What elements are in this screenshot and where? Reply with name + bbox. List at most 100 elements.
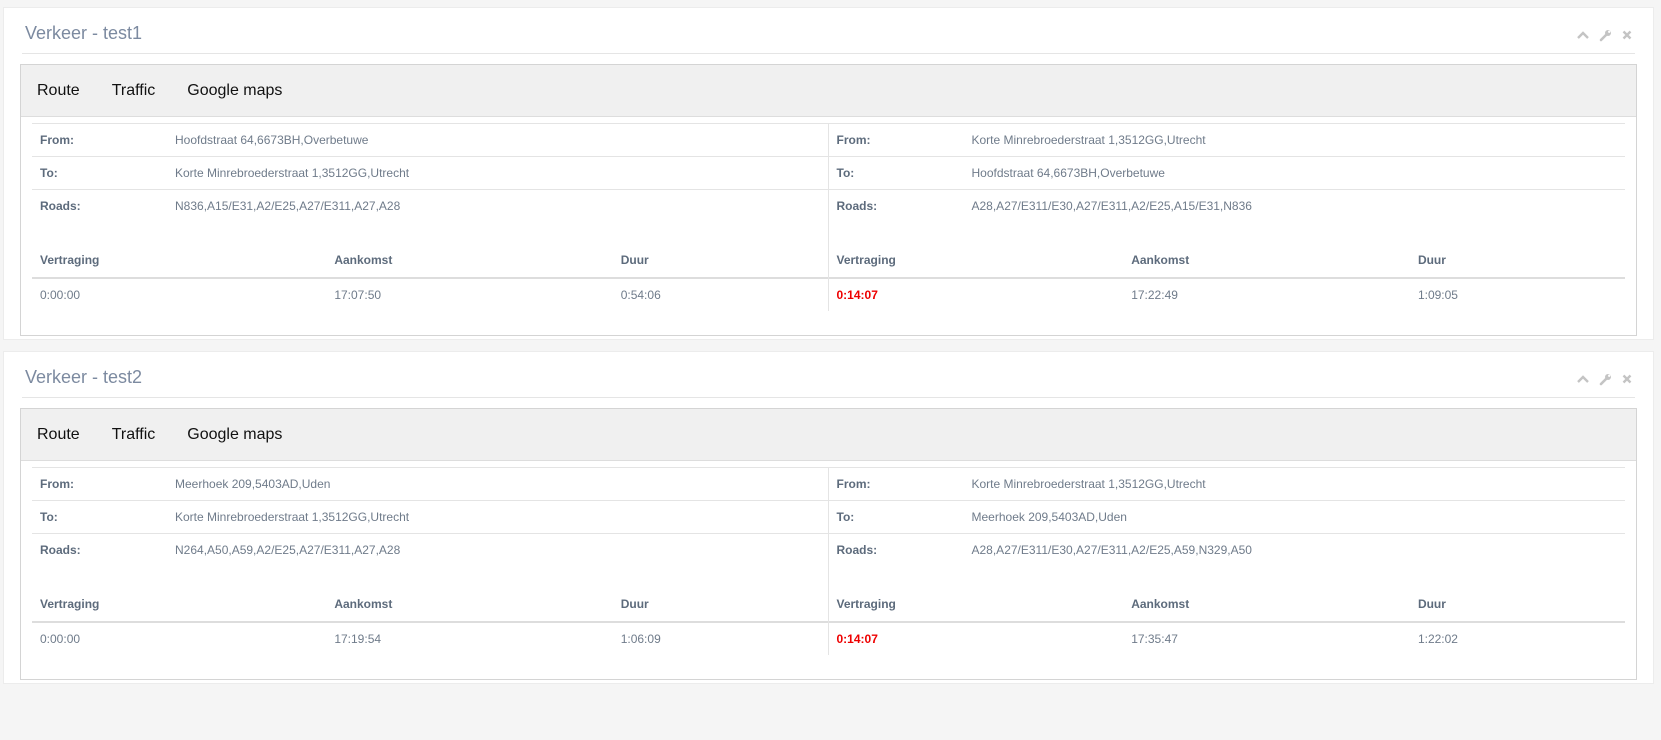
timing-header-row: Vertraging Aankomst Duur	[828, 587, 1625, 623]
widget-header: Verkeer - test1	[22, 8, 1635, 54]
duration-value: 1:22:02	[1417, 632, 1458, 646]
from-label: From:	[32, 467, 167, 501]
timing-header-row: Vertraging Aankomst Duur	[32, 587, 828, 623]
card-padding	[21, 311, 1636, 335]
widget-header: Verkeer - test2	[22, 352, 1635, 398]
arrival-value: 17:07:50	[334, 288, 382, 302]
header-aankomst: Aankomst	[1123, 243, 1410, 279]
to-value: Hoofdstraat 64,6673BH,Overbetuwe	[963, 156, 1625, 190]
route-info-table: From: Meerhoek 209,5403AD,Uden To: Korte…	[32, 467, 828, 566]
roads-row: Roads: A28,A27/E311/E30,A27/E311,A2/E25,…	[829, 190, 1626, 223]
delay-value: 0:00:00	[40, 632, 81, 646]
to-value: Korte Minrebroederstraat 1,3512GG,Utrech…	[167, 156, 828, 190]
from-row: From: Korte Minrebroederstraat 1,3512GG,…	[828, 467, 1625, 501]
timing-table: Vertraging Aankomst Duur 0:00:00 17:19:5…	[32, 587, 828, 655]
timing-row: 0:14:07 17:22:49 1:09:05	[829, 278, 1626, 311]
chevron-up-icon[interactable]	[1575, 27, 1591, 43]
tab-route[interactable]: Route	[37, 81, 80, 101]
delay-value: 0:14:07	[836, 288, 878, 302]
tab-traffic[interactable]: Traffic	[112, 425, 156, 445]
timing-header-row: Vertraging Aankomst Duur	[828, 243, 1625, 279]
from-value: Hoofdstraat 64,6673BH,Overbetuwe	[167, 123, 828, 157]
timing-row: 0:00:00 17:19:54 1:06:09	[32, 622, 828, 655]
widget-title: Verkeer - test1	[25, 23, 143, 43]
duration-value: 1:06:09	[620, 632, 661, 646]
tab-route[interactable]: Route	[37, 425, 80, 445]
route-outbound: From: Hoofdstraat 64,6673BH,Overbetuwe T…	[32, 123, 829, 311]
roads-row: Roads: N836,A15/E31,A2/E25,A27/E311,A27,…	[32, 190, 828, 223]
route-outbound: From: Meerhoek 209,5403AD,Uden To: Korte…	[32, 467, 829, 655]
to-label: To:	[32, 500, 167, 534]
tab-traffic[interactable]: Traffic	[112, 81, 156, 101]
header-vertraging: Vertraging	[32, 243, 327, 279]
roads-label: Roads:	[836, 543, 878, 557]
to-label: To:	[828, 156, 964, 190]
widget-tools	[1575, 371, 1635, 387]
route-info-table: From: Korte Minrebroederstraat 1,3512GG,…	[828, 123, 1626, 223]
card-padding	[21, 655, 1636, 679]
header-duur: Duur	[612, 587, 828, 623]
arrival-value: 17:22:49	[1131, 288, 1178, 302]
close-icon[interactable]	[1619, 27, 1635, 43]
route-info-table: From: Hoofdstraat 64,6673BH,Overbetuwe T…	[32, 123, 828, 222]
from-row: From: Hoofdstraat 64,6673BH,Overbetuwe	[32, 123, 828, 157]
wrench-icon[interactable]	[1597, 27, 1613, 43]
delay-value: 0:14:07	[836, 632, 878, 646]
roads-value: N264,A50,A59,A2/E25,A27/E311,A27,A28	[175, 543, 401, 557]
widget-verkeer-test1: Verkeer - test1 Route Traffic Google map…	[3, 7, 1654, 340]
from-value: Meerhoek 209,5403AD,Uden	[167, 467, 828, 501]
tab-google-maps[interactable]: Google maps	[187, 81, 282, 101]
timing-row: 0:00:00 17:07:50 0:54:06	[32, 278, 828, 311]
roads-value: N836,A15/E31,A2/E25,A27/E311,A27,A28	[175, 199, 401, 213]
from-value: Korte Minrebroederstraat 1,3512GG,Utrech…	[963, 123, 1625, 157]
header-vertraging: Vertraging	[32, 587, 327, 623]
tab-google-maps[interactable]: Google maps	[187, 425, 282, 445]
header-duur: Duur	[1409, 587, 1625, 623]
duration-value: 1:09:05	[1417, 288, 1458, 302]
to-row: To: Korte Minrebroederstraat 1,3512GG,Ut…	[32, 500, 828, 534]
to-value: Meerhoek 209,5403AD,Uden	[963, 500, 1625, 534]
to-label: To:	[828, 500, 964, 534]
header-vertraging: Vertraging	[828, 243, 1124, 279]
arrival-value: 17:19:54	[334, 632, 382, 646]
to-row: To: Korte Minrebroederstraat 1,3512GG,Ut…	[32, 156, 828, 190]
roads-label: Roads:	[40, 199, 81, 213]
delay-value: 0:00:00	[40, 288, 81, 302]
close-icon[interactable]	[1619, 371, 1635, 387]
roads-value: A28,A27/E311/E30,A27/E311,A2/E25,A15/E31…	[971, 199, 1252, 213]
route-card: Route Traffic Google maps From: Hoofdstr…	[20, 64, 1637, 336]
from-label: From:	[828, 123, 964, 157]
header-aankomst: Aankomst	[326, 587, 613, 623]
header-duur: Duur	[612, 243, 828, 279]
to-value: Korte Minrebroederstraat 1,3512GG,Utrech…	[167, 500, 828, 534]
tab-bar: Route Traffic Google maps	[21, 409, 1636, 461]
duration-value: 0:54:06	[620, 288, 661, 302]
from-row: From: Korte Minrebroederstraat 1,3512GG,…	[828, 123, 1625, 157]
tab-bar: Route Traffic Google maps	[21, 65, 1636, 117]
wrench-icon[interactable]	[1597, 371, 1613, 387]
to-row: To: Meerhoek 209,5403AD,Uden	[828, 500, 1625, 534]
timing-table: Vertraging Aankomst Duur 0:14:07 17:35:4…	[828, 587, 1626, 655]
header-aankomst: Aankomst	[1123, 587, 1410, 623]
from-label: From:	[32, 123, 167, 157]
widget-title: Verkeer - test2	[25, 367, 143, 387]
header-vertraging: Vertraging	[828, 587, 1124, 623]
from-label: From:	[828, 467, 964, 501]
timing-header-row: Vertraging Aankomst Duur	[32, 243, 828, 279]
roads-row: Roads: A28,A27/E311/E30,A27/E311,A2/E25,…	[829, 534, 1626, 567]
widget-tools	[1575, 27, 1635, 43]
timing-row: 0:14:07 17:35:47 1:22:02	[829, 622, 1626, 655]
roads-value: A28,A27/E311/E30,A27/E311,A2/E25,A59,N32…	[971, 543, 1252, 557]
widget-verkeer-test2: Verkeer - test2 Route Traffic Google map…	[3, 351, 1654, 684]
header-aankomst: Aankomst	[326, 243, 613, 279]
route-info-table: From: Korte Minrebroederstraat 1,3512GG,…	[828, 467, 1626, 567]
arrival-value: 17:35:47	[1131, 632, 1178, 646]
route-return: From: Korte Minrebroederstraat 1,3512GG,…	[828, 123, 1626, 311]
route-panel: From: Hoofdstraat 64,6673BH,Overbetuwe T…	[21, 117, 1636, 311]
roads-label: Roads:	[40, 543, 81, 557]
timing-table: Vertraging Aankomst Duur 0:00:00 17:07:5…	[32, 243, 828, 311]
header-duur: Duur	[1409, 243, 1625, 279]
route-card: Route Traffic Google maps From: Meerhoek…	[20, 408, 1637, 680]
route-return: From: Korte Minrebroederstraat 1,3512GG,…	[828, 467, 1626, 655]
chevron-up-icon[interactable]	[1575, 371, 1591, 387]
